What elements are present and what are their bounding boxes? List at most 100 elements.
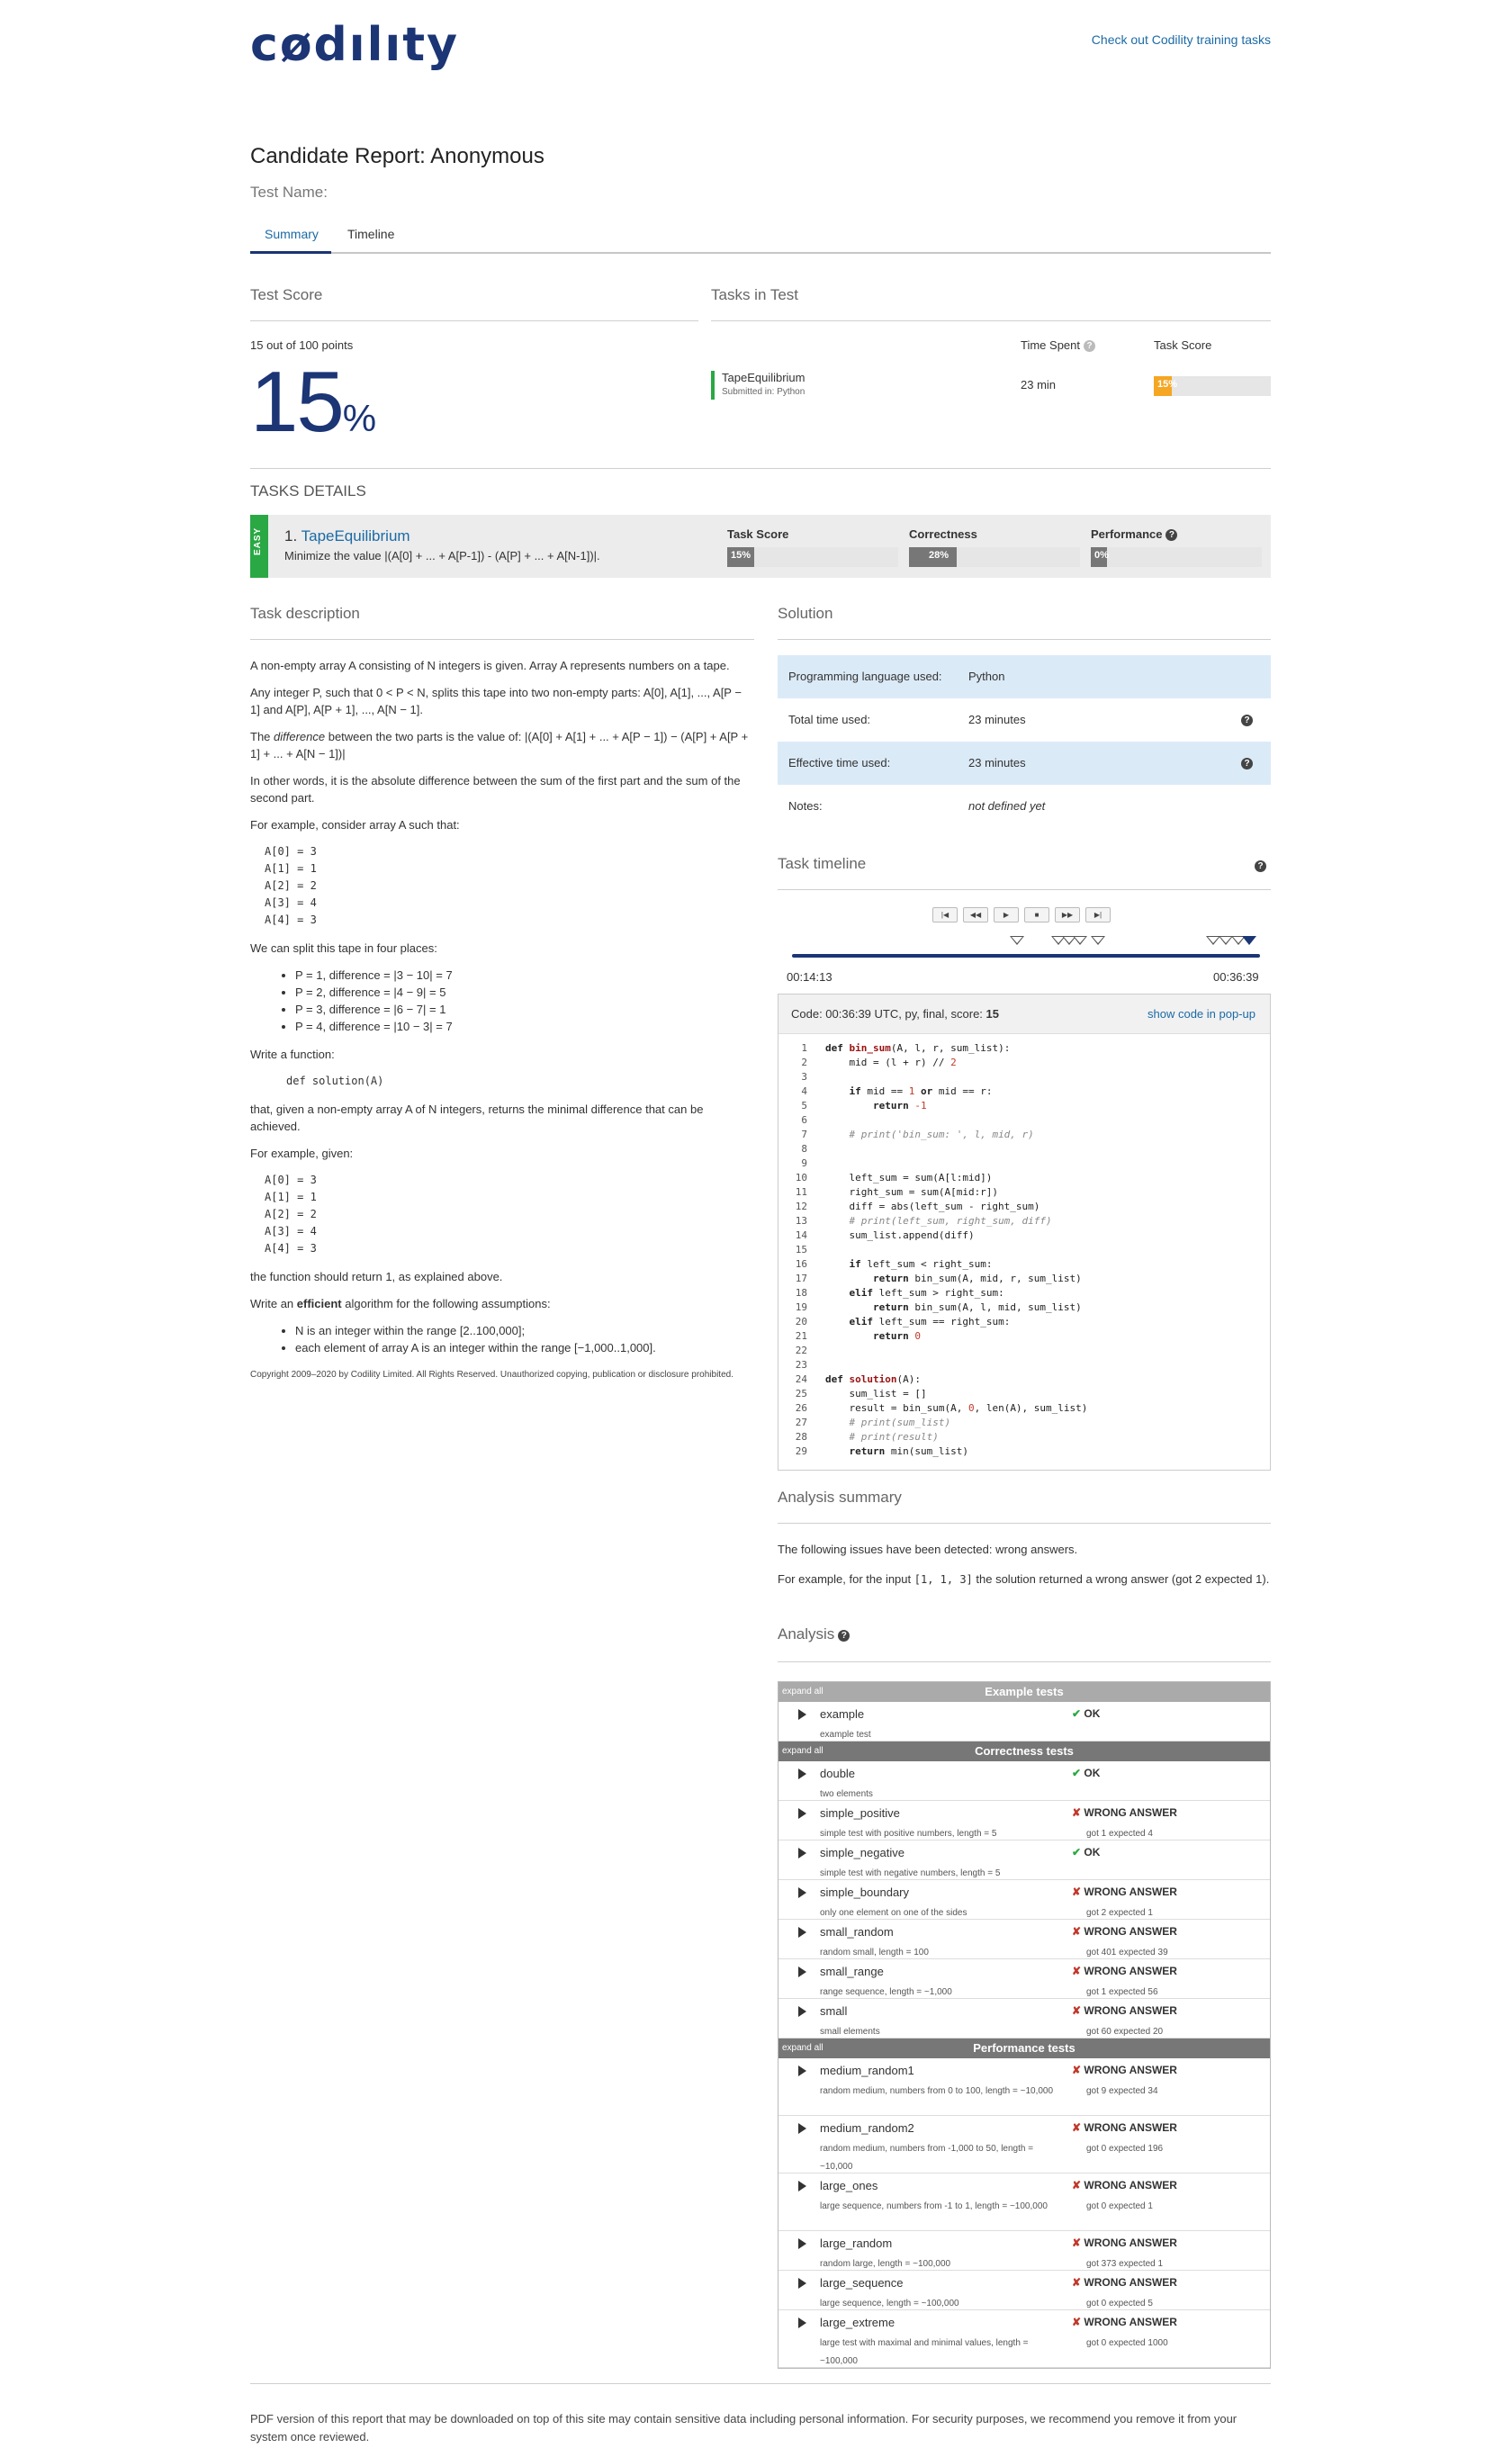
metric-task-score-bar: 15% [727,547,898,567]
expand-all-link[interactable]: expand all [782,1682,824,1702]
test-row[interactable]: double two elements ✔ OK [778,1761,1270,1801]
code-line: 28 # print(result) [795,1431,939,1443]
test-result-label: WRONG ANSWER [1084,2276,1177,2289]
test-result: ✘ WRONG ANSWER [1072,2004,1177,2017]
test-name: small_random [820,1925,894,1939]
timeline-back-button[interactable]: ◀◀ [963,907,988,922]
timeline-first-button[interactable]: |◀ [932,907,958,922]
cross-icon: ✘ [1072,2316,1084,2328]
metric-task-score-label: Task Score [727,527,789,541]
task-details-name-link[interactable]: TapeEquilibrium [302,527,410,544]
timeline-marker[interactable] [1010,936,1024,945]
timeline-play-button[interactable]: ▶ [994,907,1019,922]
expand-arrow-icon[interactable] [798,1966,806,1977]
expand-arrow-icon[interactable] [798,2318,806,2328]
metric-performance-header: Performance? [1091,527,1178,541]
test-row[interactable]: simple_boundary only one element on one o… [778,1880,1270,1920]
metric-task-score-value: 15% [731,550,752,561]
solution-key: Notes: [788,799,823,813]
code-line: 23 [795,1359,807,1371]
test-result-label: OK [1084,1846,1101,1858]
test-result-label: OK [1084,1767,1101,1779]
difficulty-label: EASY [253,526,263,555]
desc-paragraph: that, given a non-empty array A of N int… [250,1102,704,1133]
tab-summary[interactable]: Summary [265,227,319,241]
help-icon[interactable]: ? [1166,529,1178,541]
timeline-marker-selected[interactable] [1242,936,1256,945]
code-line: 3 [801,1071,807,1083]
divider [250,320,698,321]
test-row[interactable]: large_sequence large sequence, length = ~… [778,2271,1270,2310]
test-row[interactable]: large_random random large, length = ~100,… [778,2231,1270,2271]
test-result-label: WRONG ANSWER [1084,2236,1177,2249]
test-result-label: OK [1084,1707,1101,1720]
list-item: N is an integer within the range [2..100… [295,1322,754,1339]
training-tasks-link[interactable]: Check out Codility training tasks [1092,32,1271,47]
expand-arrow-icon[interactable] [798,2123,806,2134]
expand-arrow-icon[interactable] [798,2278,806,2289]
expand-all-link[interactable]: expand all [782,2038,824,2058]
expand-arrow-icon[interactable] [798,2066,806,2076]
task-list-item[interactable]: TapeEquilibrium Submitted in: Python [711,371,806,400]
help-icon[interactable]: ? [1241,758,1253,770]
expand-arrow-icon[interactable] [798,1709,806,1720]
desc-paragraph: In other words, it is the absolute diffe… [250,774,741,805]
timeline-marker[interactable] [1091,936,1105,945]
help-icon[interactable]: ? [1255,860,1266,872]
function-signature: def solution(A) [286,1075,384,1087]
test-row[interactable]: large_ones large sequence, numbers from -… [778,2174,1270,2231]
test-result: ✘ WRONG ANSWER [1072,1965,1177,1977]
code-line: 12 diff = abs(left_sum - right_sum) [795,1201,1040,1212]
expand-arrow-icon[interactable] [798,1927,806,1938]
expand-arrow-icon[interactable] [798,1768,806,1779]
expand-arrow-icon[interactable] [798,1808,806,1819]
task-score-label: 15% [1157,379,1178,390]
desc-emphasis: difference [274,730,326,743]
expand-arrow-icon[interactable] [798,2006,806,2017]
test-row[interactable]: simple_positive simple test with positive… [778,1801,1270,1840]
test-result: ✘ WRONG ANSWER [1072,1806,1177,1819]
solution-key: Effective time used: [788,756,891,770]
test-row[interactable]: example example test ✔ OK [778,1702,1270,1742]
expand-arrow-icon[interactable] [798,1887,806,1898]
solution-value: 23 minutes [968,713,1026,726]
example-array: A[0] = 3 A[1] = 1 A[2] = 2 A[3] = 4 A[4]… [265,1174,317,1255]
task-name[interactable]: TapeEquilibrium [722,371,806,384]
expand-arrow-icon[interactable] [798,2238,806,2249]
test-result: ✘ WRONG ANSWER [1072,2064,1177,2076]
divider [778,1661,1271,1662]
help-icon[interactable]: ? [838,1630,850,1642]
expand-all-link[interactable]: expand all [782,1742,824,1761]
test-row[interactable]: small small elements ✘ WRONG ANSWER got 60 … [778,1999,1270,2038]
task-number: 1. [284,527,298,544]
test-row[interactable]: simple_negative simple test with negative… [778,1840,1270,1880]
timeline-last-button[interactable]: ▶| [1085,907,1111,922]
solution-heading: Solution [778,605,833,622]
expand-arrow-icon[interactable] [798,2181,806,2192]
test-result: ✘ WRONG ANSWER [1072,2236,1177,2249]
help-icon[interactable]: ? [1241,715,1253,726]
timeline-track[interactable] [792,954,1260,958]
task-details-title: 1. TapeEquilibrium [284,527,410,545]
analysis-heading-label: Analysis [778,1625,835,1642]
show-code-popup-link[interactable]: show code in pop-up [1148,1007,1256,1021]
timeline-forward-button[interactable]: ▶▶ [1055,907,1080,922]
test-row[interactable]: large_extreme large test with maximal and… [778,2310,1270,2368]
help-icon[interactable]: ? [1084,340,1095,352]
task-score-header: Task Score [1154,338,1212,352]
timeline-marker[interactable] [1073,936,1087,945]
task-time-spent: 23 min [1021,378,1057,392]
expand-arrow-icon[interactable] [798,1848,806,1858]
test-name: large_sequence [820,2276,904,2290]
timeline-stop-button[interactable]: ■ [1024,907,1049,922]
codility-logo[interactable]: cødılıty [250,18,459,72]
test-row[interactable]: small_random random small, length = 100 ✘ … [778,1920,1270,1959]
example-array: A[0] = 3 A[1] = 1 A[2] = 2 A[3] = 4 A[4]… [265,845,317,926]
test-result: ✔ OK [1072,1707,1100,1720]
test-row[interactable]: medium_random2 random medium, numbers fro… [778,2116,1270,2174]
code-line: 24 def solution(A): [795,1373,921,1385]
test-row[interactable]: medium_random1 random medium, numbers fro… [778,2058,1270,2116]
test-row[interactable]: small_range range sequence, length = ~1,0… [778,1959,1270,1999]
test-name: large_ones [820,2179,878,2192]
tab-timeline[interactable]: Timeline [347,227,394,241]
